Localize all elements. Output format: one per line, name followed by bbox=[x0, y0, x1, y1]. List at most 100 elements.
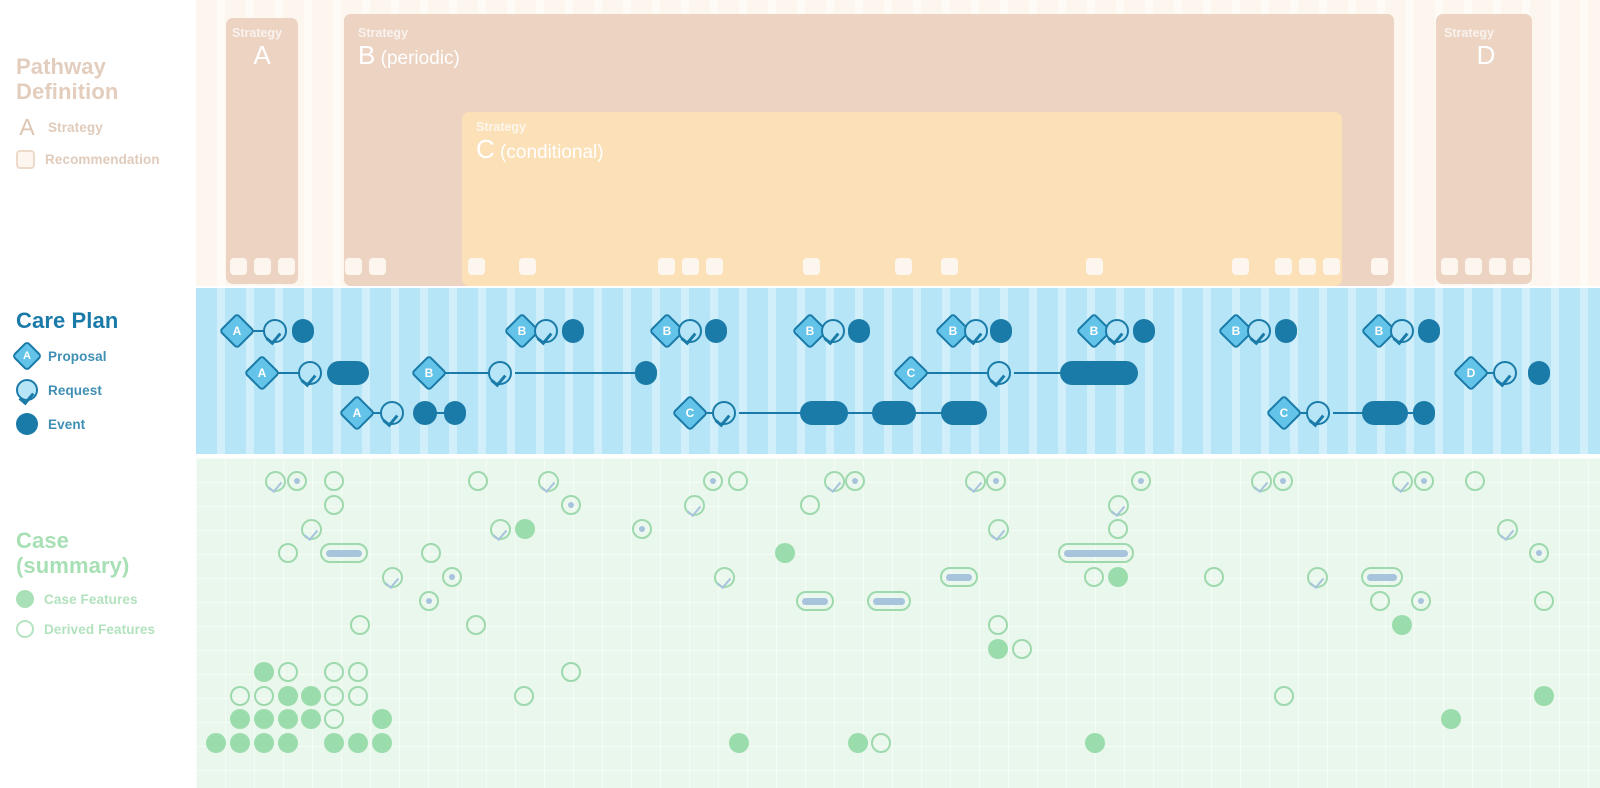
case-feature-check-26[interactable] bbox=[988, 519, 1009, 540]
recommendation-4[interactable] bbox=[369, 258, 386, 275]
care-plan-r1-g6-request[interactable] bbox=[1247, 319, 1271, 343]
case-feature-solid-78[interactable] bbox=[230, 733, 250, 753]
case-feature-solid-70[interactable] bbox=[230, 709, 250, 729]
recommendation-17[interactable] bbox=[1323, 258, 1340, 275]
care-plan-r1-g0-request[interactable] bbox=[263, 319, 287, 343]
case-feature-solid-53[interactable] bbox=[1392, 615, 1412, 635]
case-feature-dot-18[interactable] bbox=[561, 495, 581, 515]
care-plan-r3-g1-event-1[interactable] bbox=[872, 401, 916, 425]
case-feature-solid-72[interactable] bbox=[278, 709, 298, 729]
recommendation-10[interactable] bbox=[803, 258, 820, 275]
care-plan-r1-g0-event-0[interactable] bbox=[292, 319, 314, 343]
case-feature-solid-82[interactable] bbox=[348, 733, 368, 753]
recommendation-22[interactable] bbox=[1513, 258, 1530, 275]
case-feature-solid-73[interactable] bbox=[301, 709, 321, 729]
case-feature-solid-64[interactable] bbox=[301, 686, 321, 706]
recommendation-13[interactable] bbox=[1086, 258, 1103, 275]
case-feature-open-16[interactable] bbox=[1465, 471, 1485, 491]
case-feature-open-55[interactable] bbox=[1012, 639, 1032, 659]
case-feature-check-21[interactable] bbox=[1108, 495, 1129, 516]
case-feature-solid-63[interactable] bbox=[278, 686, 298, 706]
strategy-block-A[interactable] bbox=[226, 18, 298, 284]
care-plan-r1-g2-event-0[interactable] bbox=[705, 319, 727, 343]
case-feature-check-37[interactable] bbox=[714, 567, 735, 588]
case-feature-dot-11[interactable] bbox=[1131, 471, 1151, 491]
recommendation-9[interactable] bbox=[706, 258, 723, 275]
case-feature-dot-15[interactable] bbox=[1414, 471, 1434, 491]
care-plan-r3-g0-event-0[interactable] bbox=[413, 401, 437, 425]
case-feature-open-52[interactable] bbox=[988, 615, 1008, 635]
case-feature-check-19[interactable] bbox=[684, 495, 705, 516]
case-feature-pill-38[interactable] bbox=[940, 567, 978, 587]
case-feature-check-4[interactable] bbox=[538, 471, 559, 492]
care-plan-r2-g3-request[interactable] bbox=[1493, 361, 1517, 385]
case-feature-solid-84[interactable] bbox=[729, 733, 749, 753]
strategy-block-D[interactable] bbox=[1436, 14, 1532, 284]
care-plan-r3-g0-request[interactable] bbox=[380, 401, 404, 425]
recommendation-11[interactable] bbox=[895, 258, 912, 275]
care-plan-r2-g2-event-0[interactable] bbox=[1060, 361, 1138, 385]
care-plan-r1-g1-request[interactable] bbox=[534, 319, 558, 343]
case-feature-open-29[interactable] bbox=[278, 543, 298, 563]
care-plan-r3-g1-request[interactable] bbox=[712, 401, 736, 425]
recommendation-20[interactable] bbox=[1465, 258, 1482, 275]
case-feature-check-23[interactable] bbox=[490, 519, 511, 540]
care-plan-r3-g0-event-1[interactable] bbox=[444, 401, 466, 425]
case-feature-solid-56[interactable] bbox=[254, 662, 274, 682]
case-feature-dot-34[interactable] bbox=[1529, 543, 1549, 563]
case-feature-solid-83[interactable] bbox=[372, 733, 392, 753]
case-feature-dot-25[interactable] bbox=[632, 519, 652, 539]
care-plan-r1-g7-request[interactable] bbox=[1390, 319, 1414, 343]
care-plan-r3-g1-event-0[interactable] bbox=[800, 401, 848, 425]
recommendation-19[interactable] bbox=[1441, 258, 1458, 275]
recommendation-16[interactable] bbox=[1299, 258, 1316, 275]
recommendation-8[interactable] bbox=[682, 258, 699, 275]
case-feature-open-67[interactable] bbox=[514, 686, 534, 706]
case-feature-solid-24[interactable] bbox=[515, 519, 535, 539]
case-feature-open-51[interactable] bbox=[466, 615, 486, 635]
care-plan-r3-g2-event-1[interactable] bbox=[1413, 401, 1435, 425]
recommendation-21[interactable] bbox=[1489, 258, 1506, 275]
case-feature-open-31[interactable] bbox=[421, 543, 441, 563]
recommendation-1[interactable] bbox=[254, 258, 271, 275]
case-feature-open-57[interactable] bbox=[278, 662, 298, 682]
case-feature-open-66[interactable] bbox=[348, 686, 368, 706]
case-feature-open-27[interactable] bbox=[1108, 519, 1128, 539]
care-plan-r3-g2-request[interactable] bbox=[1306, 401, 1330, 425]
case-feature-open-61[interactable] bbox=[230, 686, 250, 706]
case-feature-open-49[interactable] bbox=[1534, 591, 1554, 611]
case-feature-open-68[interactable] bbox=[1274, 686, 1294, 706]
case-feature-open-62[interactable] bbox=[254, 686, 274, 706]
case-feature-check-22[interactable] bbox=[301, 519, 322, 540]
case-feature-dot-48[interactable] bbox=[1411, 591, 1431, 611]
recommendation-15[interactable] bbox=[1275, 258, 1292, 275]
recommendation-18[interactable] bbox=[1371, 258, 1388, 275]
care-plan-r1-g5-request[interactable] bbox=[1105, 319, 1129, 343]
care-plan-r1-g6-event-0[interactable] bbox=[1275, 319, 1297, 343]
care-plan-r1-g3-event-0[interactable] bbox=[848, 319, 870, 343]
case-feature-dot-44[interactable] bbox=[419, 591, 439, 611]
case-feature-open-17[interactable] bbox=[324, 495, 344, 515]
case-feature-dot-5[interactable] bbox=[703, 471, 723, 491]
recommendation-5[interactable] bbox=[468, 258, 485, 275]
case-feature-check-7[interactable] bbox=[824, 471, 845, 492]
case-feature-pill-46[interactable] bbox=[867, 591, 911, 611]
case-feature-open-6[interactable] bbox=[728, 471, 748, 491]
care-plan-r1-g4-request[interactable] bbox=[964, 319, 988, 343]
case-feature-solid-40[interactable] bbox=[1108, 567, 1128, 587]
case-feature-solid-76[interactable] bbox=[1441, 709, 1461, 729]
case-feature-open-50[interactable] bbox=[350, 615, 370, 635]
case-feature-check-0[interactable] bbox=[265, 471, 286, 492]
recommendation-2[interactable] bbox=[278, 258, 295, 275]
case-feature-solid-71[interactable] bbox=[254, 709, 274, 729]
care-plan-r3-g1-event-2[interactable] bbox=[941, 401, 987, 425]
case-feature-solid-75[interactable] bbox=[372, 709, 392, 729]
case-feature-solid-69[interactable] bbox=[1534, 686, 1554, 706]
care-plan-r1-g7-event-0[interactable] bbox=[1418, 319, 1440, 343]
case-feature-open-20[interactable] bbox=[800, 495, 820, 515]
recommendation-12[interactable] bbox=[941, 258, 958, 275]
case-feature-check-14[interactable] bbox=[1392, 471, 1413, 492]
care-plan-r2-g1-event-0[interactable] bbox=[635, 361, 657, 385]
case-feature-dot-13[interactable] bbox=[1273, 471, 1293, 491]
case-feature-check-28[interactable] bbox=[1497, 519, 1518, 540]
